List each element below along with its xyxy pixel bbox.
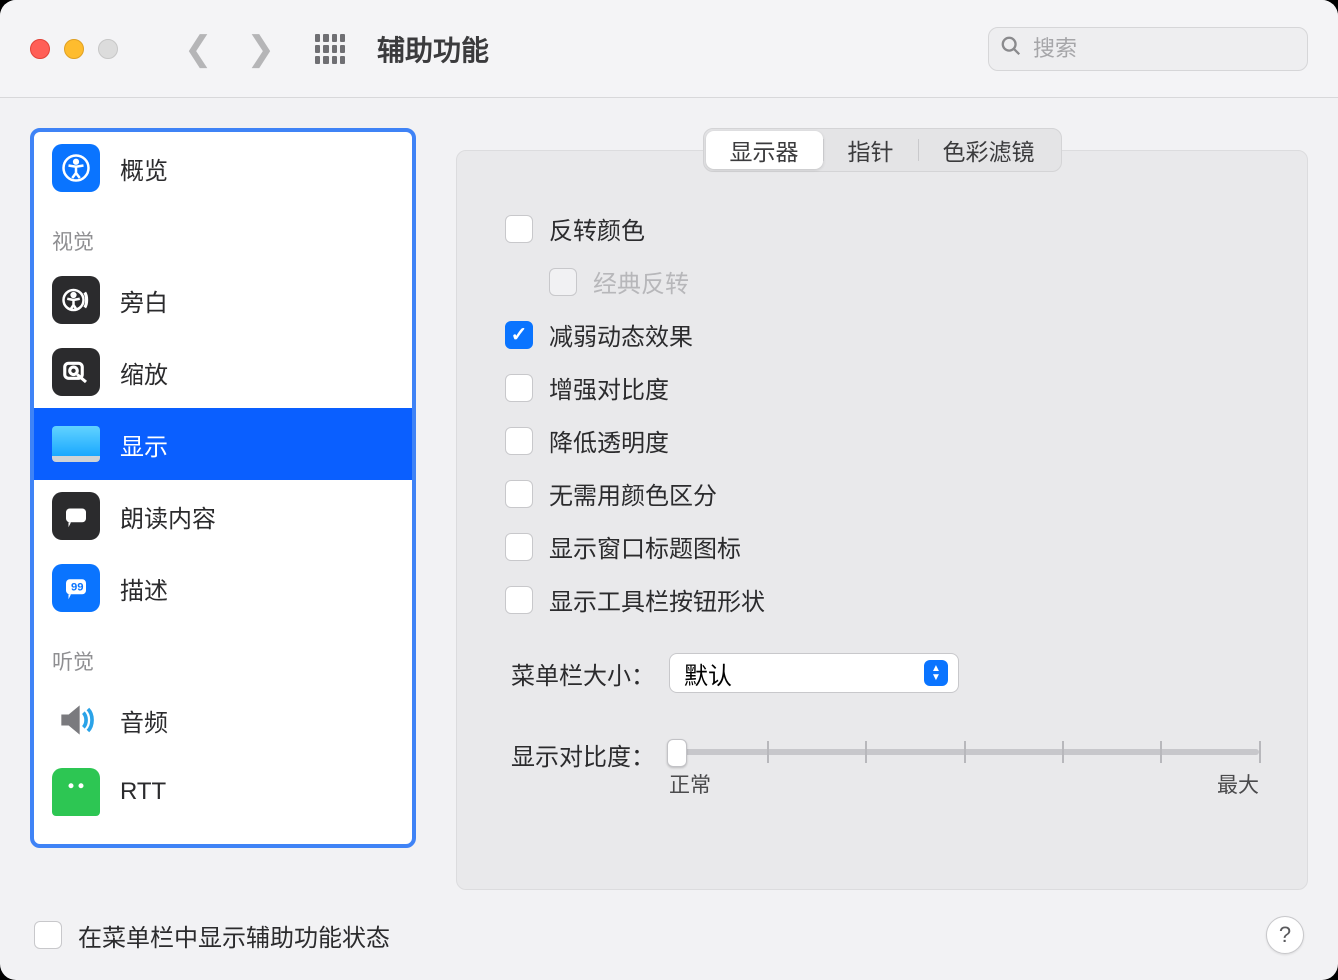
- option-increase-contrast[interactable]: 增强对比度: [505, 370, 1259, 405]
- close-window-button[interactable]: [30, 39, 50, 59]
- option-show-toolbar-shapes[interactable]: 显示工具栏按钮形状: [505, 582, 1259, 617]
- back-button[interactable]: ❮: [184, 32, 213, 66]
- checkbox[interactable]: [505, 374, 533, 402]
- select-value: 默认: [684, 656, 732, 691]
- sidebar-item-label: 音频: [120, 703, 168, 738]
- contrast-slider[interactable]: 正常 最大: [669, 737, 1259, 799]
- voiceover-icon: [52, 276, 100, 324]
- show-in-menubar-label: 在菜单栏中显示辅助功能状态: [78, 918, 390, 953]
- display-icon: [52, 426, 100, 462]
- content: 显示器 指针 色彩滤镜 反转颜色 经典反转 减弱动态: [456, 128, 1308, 890]
- show-in-menubar-checkbox[interactable]: [34, 921, 62, 949]
- window-controls: [30, 39, 118, 59]
- footer: 在菜单栏中显示辅助功能状态 ?: [0, 890, 1338, 980]
- checkbox: [549, 268, 577, 296]
- menu-bar-size-select[interactable]: 默认 ▲▼: [669, 653, 959, 693]
- option-label: 减弱动态效果: [549, 317, 693, 352]
- option-label: 增强对比度: [549, 370, 669, 405]
- svg-text:99: 99: [71, 582, 84, 594]
- forward-button[interactable]: ❯: [247, 32, 276, 66]
- show-all-icon[interactable]: [315, 34, 345, 64]
- option-label: 显示工具栏按钮形状: [549, 582, 765, 617]
- option-label: 显示窗口标题图标: [549, 529, 741, 564]
- settings-panel: 反转颜色 经典反转 减弱动态效果 增强对比度 降低透明度: [456, 150, 1308, 890]
- audio-icon: [52, 696, 100, 744]
- slider-min-label: 正常: [669, 769, 711, 799]
- sidebar-item-label: 朗读内容: [120, 499, 216, 534]
- sidebar-item-display[interactable]: 显示: [34, 408, 412, 480]
- option-classic-invert: 经典反转: [549, 264, 1259, 299]
- sidebar-item-label: 描述: [120, 571, 168, 606]
- option-invert-colors[interactable]: 反转颜色: [505, 211, 1259, 246]
- speak-icon: [52, 492, 100, 540]
- option-reduce-motion[interactable]: 减弱动态效果: [505, 317, 1259, 352]
- tab-pointer[interactable]: 指针: [824, 131, 918, 169]
- sidebar-item-overview[interactable]: 概览: [34, 132, 412, 204]
- checkbox[interactable]: [505, 533, 533, 561]
- sidebar-item-voiceover[interactable]: 旁白: [34, 264, 412, 336]
- sidebar-item-label: RTT: [120, 778, 166, 806]
- contrast-label: 显示对比度：: [505, 737, 655, 772]
- slider-max-label: 最大: [1217, 769, 1259, 799]
- option-show-title-icons[interactable]: 显示窗口标题图标: [505, 529, 1259, 564]
- option-reduce-transparency[interactable]: 降低透明度: [505, 423, 1259, 458]
- option-diff-without-color[interactable]: 无需用颜色区分: [505, 476, 1259, 511]
- sidebar: 概览 视觉 旁白 缩放 显示: [30, 128, 416, 848]
- preferences-window: ❮ ❯ 辅助功能 概览 视觉: [0, 0, 1338, 980]
- body: 概览 视觉 旁白 缩放 显示: [0, 98, 1338, 890]
- menu-bar-size-row: 菜单栏大小： 默认 ▲▼: [505, 653, 1259, 693]
- window-title: 辅助功能: [377, 29, 489, 69]
- sidebar-item-rtt[interactable]: RTT: [34, 756, 412, 828]
- tab-bar: 显示器 指针 色彩滤镜: [703, 128, 1062, 172]
- zoom-window-button[interactable]: [98, 39, 118, 59]
- accessibility-icon: [52, 144, 100, 192]
- select-caret-icon: ▲▼: [924, 660, 948, 686]
- slider-thumb[interactable]: [667, 739, 687, 767]
- option-label: 无需用颜色区分: [549, 476, 717, 511]
- zoom-icon: [52, 348, 100, 396]
- tab-color-filters[interactable]: 色彩滤镜: [919, 131, 1059, 169]
- contrast-row: 显示对比度： 正常: [505, 737, 1259, 799]
- checkbox[interactable]: [505, 427, 533, 455]
- sidebar-item-label: 旁白: [120, 283, 168, 318]
- sidebar-item-label: 缩放: [120, 355, 168, 390]
- sidebar-item-zoom[interactable]: 缩放: [34, 336, 412, 408]
- search-wrap: [988, 27, 1308, 71]
- sidebar-section-hearing: 听觉: [34, 624, 412, 684]
- sidebar-item-label: 显示: [120, 427, 168, 462]
- menu-bar-size-label: 菜单栏大小：: [505, 656, 655, 691]
- minimize-window-button[interactable]: [64, 39, 84, 59]
- sidebar-item-label: 概览: [120, 151, 168, 186]
- checkbox[interactable]: [505, 586, 533, 614]
- nav-arrows: ❮ ❯: [184, 32, 275, 66]
- rtt-icon: [52, 768, 100, 816]
- option-label: 反转颜色: [549, 211, 645, 246]
- checkbox[interactable]: [505, 480, 533, 508]
- sidebar-section-visual: 视觉: [34, 204, 412, 264]
- option-label: 降低透明度: [549, 423, 669, 458]
- checkbox[interactable]: [505, 321, 533, 349]
- help-button[interactable]: ?: [1266, 916, 1304, 954]
- sidebar-item-audio[interactable]: 音频: [34, 684, 412, 756]
- sidebar-item-speak[interactable]: 朗读内容: [34, 480, 412, 552]
- option-label: 经典反转: [593, 264, 689, 299]
- descriptions-icon: 99: [52, 564, 100, 612]
- search-input[interactable]: [988, 27, 1308, 71]
- sidebar-item-descriptions[interactable]: 99 描述: [34, 552, 412, 624]
- search-icon: [1000, 35, 1022, 63]
- checkbox[interactable]: [505, 215, 533, 243]
- tab-display[interactable]: 显示器: [706, 131, 823, 169]
- toolbar: ❮ ❯ 辅助功能: [0, 0, 1338, 98]
